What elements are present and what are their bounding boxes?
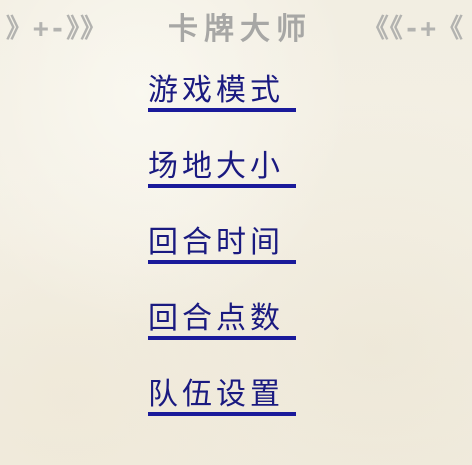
menu-item-team-settings[interactable]: 队伍设置 <box>148 378 296 416</box>
page-title: 卡牌大师 <box>168 12 312 47</box>
title-right-decoration: 《《-+《 <box>362 14 464 44</box>
menu-item-field-size[interactable]: 场地大小 <box>148 150 296 188</box>
menu-item-game-mode[interactable]: 游戏模式 <box>148 74 296 112</box>
settings-menu: 游戏模式 场地大小 回合时间 回合点数 队伍设置 <box>148 74 298 454</box>
menu-item-round-points[interactable]: 回合点数 <box>148 302 296 340</box>
title-bar: 》+-》》 卡牌大师 《《-+《 <box>0 6 472 47</box>
menu-item-round-time[interactable]: 回合时间 <box>148 226 296 264</box>
title-left-decoration: 》+-》》 <box>6 14 108 44</box>
